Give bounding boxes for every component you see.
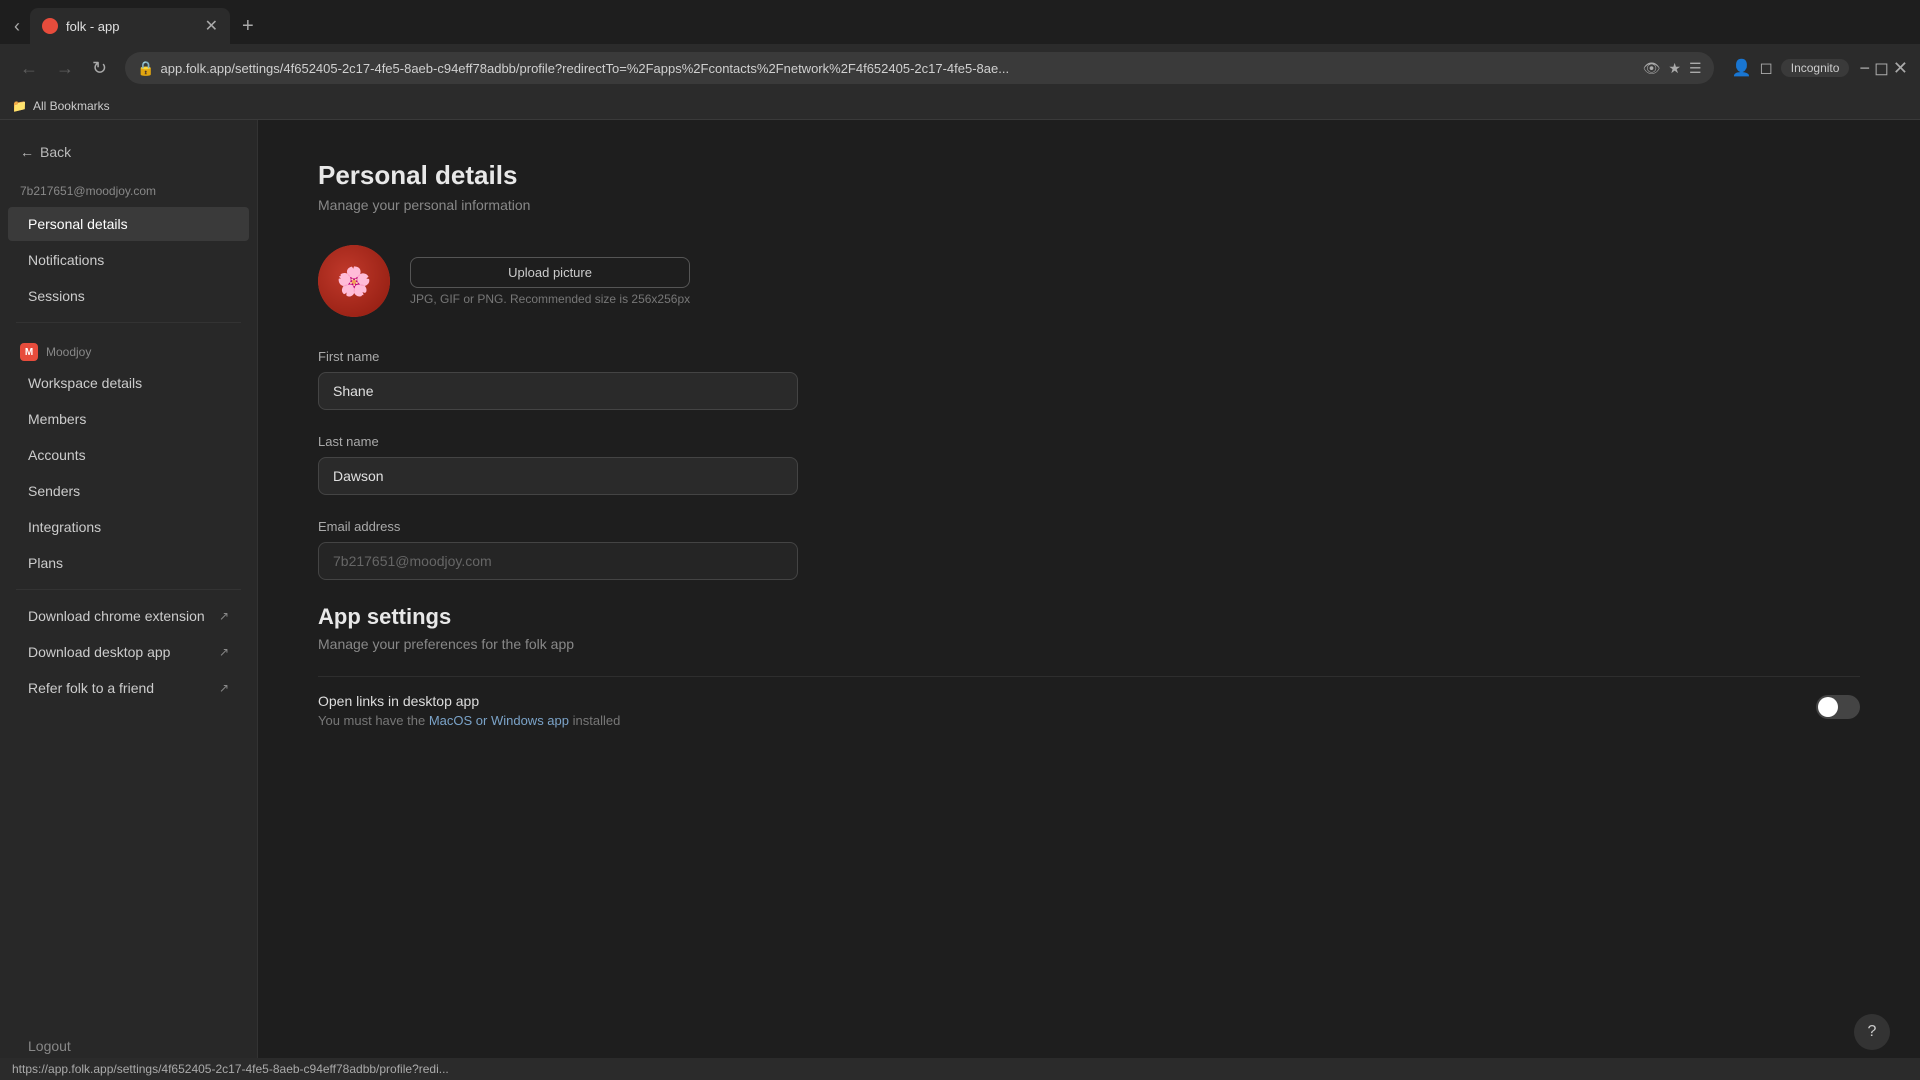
bookmarks-bar: 📁 All Bookmarks [0,92,1920,120]
sidebar-item-members[interactable]: Members [8,402,249,436]
sidebar: ← Back 7b217651@moodjoy.com Personal det… [0,120,258,1080]
app-settings-subtitle: Manage your preferences for the folk app [318,636,1860,652]
help-button[interactable]: ? [1854,1014,1890,1050]
extension-icon: ☰ [1689,60,1702,77]
browser-tab[interactable]: folk - app ✕ [30,8,230,44]
user-email: 7b217651@moodjoy.com [0,176,257,206]
address-input[interactable] [161,61,1643,76]
page-subtitle: Manage your personal information [318,197,1860,213]
upload-picture-btn[interactable]: Upload picture [410,257,690,288]
email-group: Email address [318,519,1860,580]
incognito-badge: Incognito [1781,59,1850,77]
open-links-toggle[interactable] [1816,695,1860,719]
refer-folk-label: Refer folk to a friend [28,680,154,696]
page-title: Personal details [318,160,1860,191]
workspace-name: Moodjoy [46,345,91,359]
eye-slash-icon: 👁︎ [1643,60,1661,77]
external-link-icon-desktop: ↗ [219,645,229,659]
workspace-section: M Moodjoy [0,331,257,365]
star-icon: ★ [1668,60,1681,77]
bookmarks-icon: 📁 [12,99,27,113]
main-content: Personal details Manage your personal in… [258,120,1920,1080]
open-links-desc: You must have the MacOS or Windows app i… [318,713,1792,728]
sidebar-item-senders[interactable]: Senders [8,474,249,508]
picture-hint: JPG, GIF or PNG. Recommended size is 256… [410,292,690,306]
picture-info: Upload picture JPG, GIF or PNG. Recommen… [410,257,690,306]
open-links-desc-prefix: You must have the [318,713,429,728]
last-name-group: Last name [318,434,1860,495]
bookmarks-label[interactable]: All Bookmarks [33,99,110,113]
window-icon: ◻ [1759,58,1772,78]
macos-windows-link[interactable]: MacOS or Windows app [429,713,569,728]
first-name-input[interactable] [318,372,798,410]
sidebar-item-download-desktop[interactable]: Download desktop app ↗ [8,635,249,669]
sidebar-divider-1 [16,322,241,323]
sidebar-item-notifications[interactable]: Notifications [8,243,249,277]
first-name-group: First name [318,349,1860,410]
nav-prev-btn: ‹ [8,12,26,41]
back-label: Back [40,144,71,160]
window-controls: − ◻ ✕ [1859,58,1908,79]
close-window-btn[interactable]: ✕ [1893,58,1908,79]
last-name-label: Last name [318,434,1860,449]
tab-favicon [42,18,58,34]
forward-btn[interactable]: → [48,54,82,83]
sidebar-item-plans[interactable]: Plans [8,546,249,580]
back-btn[interactable]: ← [12,54,46,83]
app-settings-title: App settings [318,604,1860,630]
external-link-icon-refer: ↗ [219,681,229,695]
download-desktop-label: Download desktop app [28,644,170,660]
toolbar-right: 👤 ◻ Incognito [1732,58,1850,78]
sidebar-item-personal-details[interactable]: Personal details [8,207,249,241]
lock-icon: 🔒 [137,60,154,77]
open-links-title: Open links in desktop app [318,693,1792,709]
sidebar-item-sessions[interactable]: Sessions [8,279,249,313]
tab-title: folk - app [66,19,119,34]
external-link-icon-chrome: ↗ [219,609,229,623]
sidebar-item-workspace-details[interactable]: Workspace details [8,366,249,400]
minimize-btn[interactable]: − [1859,58,1870,79]
download-chrome-label: Download chrome extension [28,608,205,624]
back-arrow-icon: ← [20,144,34,160]
sidebar-item-download-chrome[interactable]: Download chrome extension ↗ [8,599,249,633]
first-name-label: First name [318,349,1860,364]
status-url: https://app.folk.app/settings/4f652405-2… [12,1062,449,1076]
sidebar-divider-2 [16,589,241,590]
toggle-thumb [1818,697,1838,717]
open-links-desc-suffix: installed [569,713,620,728]
status-bar: https://app.folk.app/settings/4f652405-2… [0,1058,1920,1080]
avatar: 🌸 [318,245,390,317]
tab-close-btn[interactable]: ✕ [205,16,218,36]
address-bar-container: 🔒 👁︎ ★ ☰ [125,52,1713,84]
sidebar-item-integrations[interactable]: Integrations [8,510,249,544]
new-tab-btn[interactable]: + [234,11,262,42]
profile-picture-row: 🌸 Upload picture JPG, GIF or PNG. Recomm… [318,245,1860,317]
workspace-icon: M [20,343,38,361]
profile-icon: 👤 [1732,58,1752,78]
last-name-input[interactable] [318,457,798,495]
sidebar-item-refer-folk[interactable]: Refer folk to a friend ↗ [8,671,249,705]
back-link[interactable]: ← Back [0,136,257,176]
setting-info: Open links in desktop app You must have … [318,693,1792,728]
email-label: Email address [318,519,1860,534]
reload-btn[interactable]: ↻ [84,54,115,83]
address-icons: 👁︎ ★ ☰ [1643,60,1702,77]
maximize-btn[interactable]: ◻ [1874,58,1889,79]
email-input [318,542,798,580]
open-links-setting: Open links in desktop app You must have … [318,676,1860,744]
avatar-placeholder: 🌸 [318,245,390,317]
sidebar-item-accounts[interactable]: Accounts [8,438,249,472]
